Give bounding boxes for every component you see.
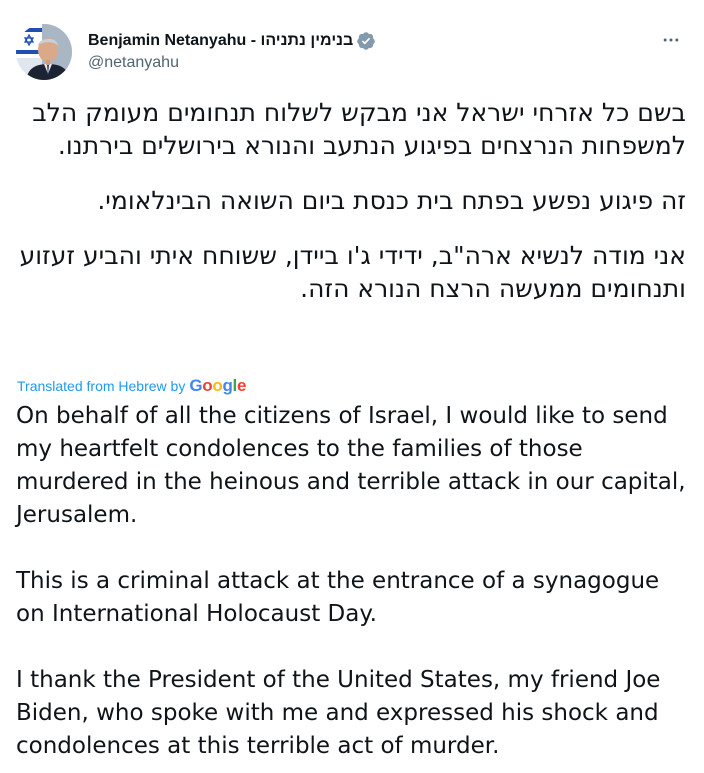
tweet-translated-text: On behalf of all the citizens of Israel,… bbox=[16, 400, 688, 763]
english-paragraph: This is a criminal attack at the entranc… bbox=[16, 568, 660, 627]
tweet-card: Benjamin Netanyahu - בנימין נתניהו @neta… bbox=[0, 0, 704, 773]
display-name-row: Benjamin Netanyahu - בנימין נתניהו bbox=[88, 30, 376, 52]
display-name[interactable]: Benjamin Netanyahu - בנימין נתניהו bbox=[88, 32, 353, 50]
translated-from-label[interactable]: Translated from Hebrew by bbox=[17, 378, 185, 394]
tweet-header: Benjamin Netanyahu - בנימין נתניהו @neta… bbox=[16, 22, 688, 82]
translation-attribution[interactable]: Translated from Hebrew by Google bbox=[17, 374, 246, 398]
tweet-original-text: בשם כל אזרחי ישראל אני מבקש לשלוח תנחומי… bbox=[16, 96, 686, 305]
hebrew-paragraph: זה פיגוע נפשע בפתח בית כנסת ביום השואה ה… bbox=[97, 186, 686, 215]
avatar-photo bbox=[16, 24, 72, 80]
more-options-button[interactable] bbox=[654, 28, 688, 52]
more-horizontal-icon bbox=[663, 38, 679, 42]
english-paragraph: I thank the President of the United Stat… bbox=[16, 667, 661, 759]
user-handle[interactable]: @netanyahu bbox=[88, 54, 376, 72]
hebrew-paragraph: אני מודה לנשיא ארה"ב, ידידי ג'ו ביידן, ש… bbox=[11, 241, 686, 303]
verified-badge-icon bbox=[356, 31, 376, 51]
google-logo: Google bbox=[189, 376, 247, 395]
avatar[interactable] bbox=[16, 24, 72, 80]
english-paragraph: On behalf of all the citizens of Israel,… bbox=[16, 403, 686, 528]
author-names: Benjamin Netanyahu - בנימין נתניהו @neta… bbox=[88, 30, 376, 72]
hebrew-paragraph: בשם כל אזרחי ישראל אני מבקש לשלוח תנחומי… bbox=[24, 98, 686, 160]
